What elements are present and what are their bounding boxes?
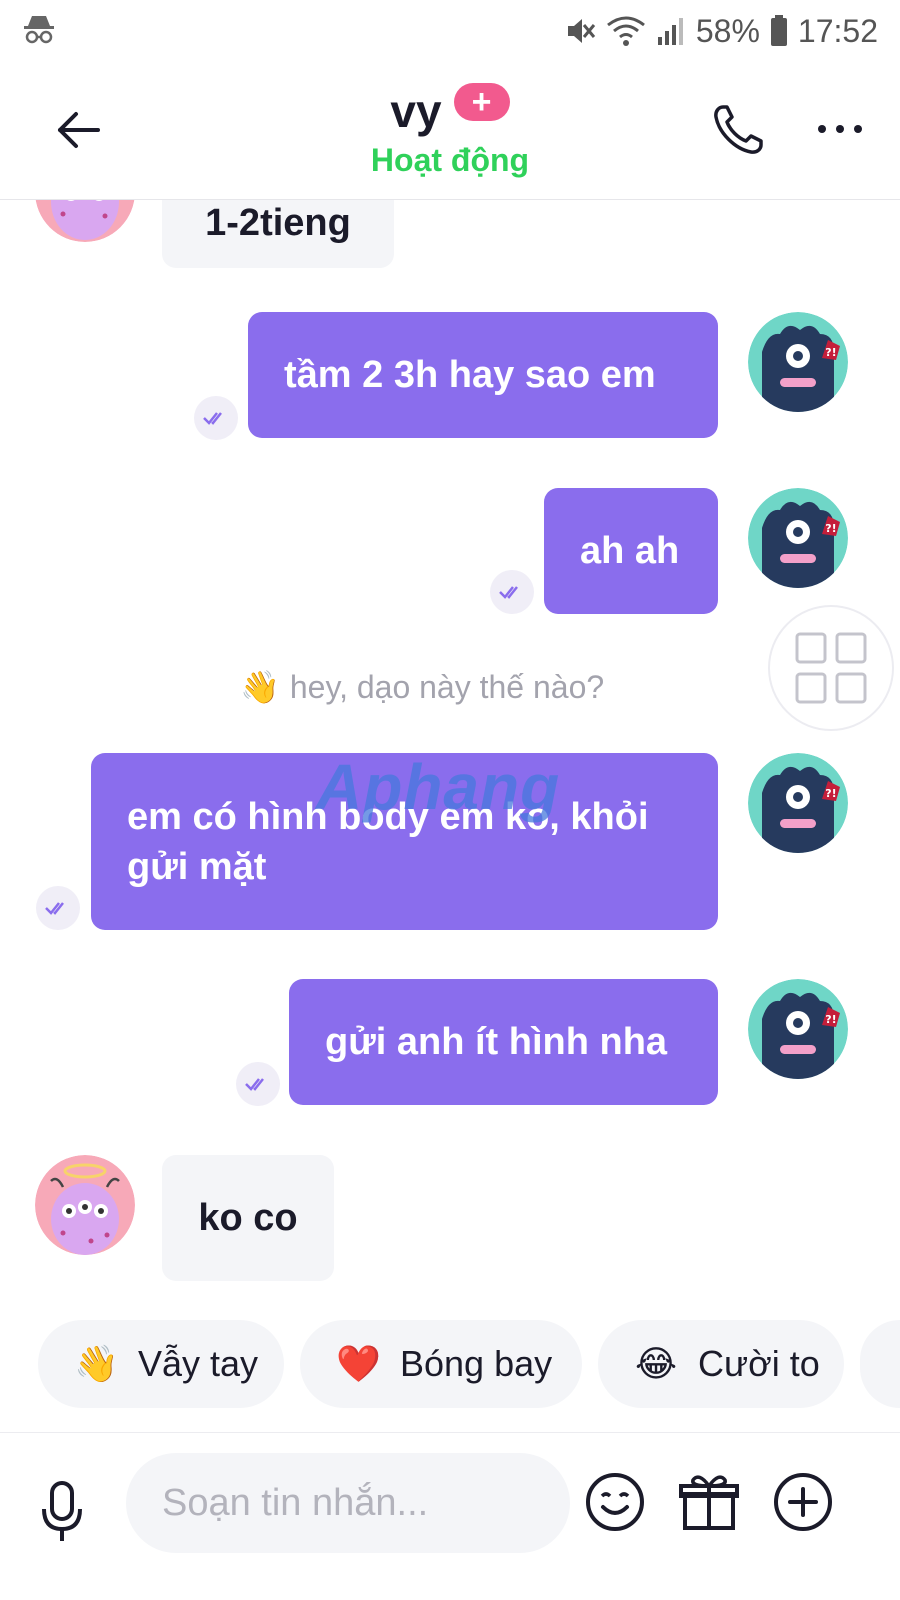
quick-reactions: 👋 Vẫy tay ❤️ Bóng bay 😂 Cười to bbox=[0, 1320, 900, 1412]
quick-reaction-more[interactable] bbox=[860, 1320, 900, 1408]
contact-name: vy bbox=[390, 85, 442, 137]
my-avatar[interactable]: ?! bbox=[748, 979, 848, 1079]
message-bubble-outgoing[interactable]: gửi anh ít hình nha bbox=[289, 979, 718, 1105]
more-dots-icon bbox=[818, 125, 826, 133]
plus-circle-icon bbox=[774, 1473, 832, 1531]
status-bar: 58% 17:52 bbox=[0, 0, 900, 62]
double-check-icon bbox=[236, 1062, 280, 1106]
chip-label: Cười to bbox=[698, 1343, 820, 1384]
system-message: 👋 hey, dạo này thế nào? bbox=[240, 668, 660, 706]
clock: 17:52 bbox=[797, 12, 878, 49]
add-button[interactable] bbox=[770, 1469, 836, 1535]
wave-icon: 👋 bbox=[74, 1343, 119, 1384]
heart-icon: ❤️ bbox=[336, 1343, 381, 1384]
message-bubble-incoming[interactable]: ko co bbox=[162, 1155, 334, 1281]
my-avatar[interactable]: ?! bbox=[748, 488, 848, 588]
emoji-button[interactable] bbox=[582, 1469, 648, 1535]
contact-avatar[interactable] bbox=[35, 1155, 135, 1255]
my-avatar[interactable]: ?! bbox=[748, 753, 848, 853]
svg-text:?!: ?! bbox=[825, 346, 836, 359]
composer bbox=[0, 1432, 900, 1600]
chat-header: vy + Hoạt động bbox=[0, 62, 900, 200]
more-button[interactable] bbox=[808, 104, 872, 154]
svg-text:?!: ?! bbox=[825, 522, 836, 535]
system-message-text: hey, dạo này thế nào? bbox=[289, 668, 605, 705]
grid-button[interactable] bbox=[768, 605, 894, 731]
quick-reaction-laugh[interactable]: 😂 Cười to bbox=[598, 1320, 844, 1408]
watermark: Aphang bbox=[316, 751, 561, 823]
message-bubble-incoming[interactable]: 1-2tieng bbox=[162, 200, 394, 268]
chip-label: Bóng bay bbox=[400, 1343, 553, 1384]
message-bubble-outgoing[interactable]: tầm 2 3h hay sao em bbox=[248, 312, 718, 438]
signal-icon bbox=[656, 15, 686, 47]
quick-reaction-balloon[interactable]: ❤️ Bóng bay bbox=[300, 1320, 582, 1408]
wave-emoji: 👋 bbox=[240, 669, 280, 705]
my-avatar[interactable]: ?! bbox=[748, 312, 848, 412]
plus-badge: + bbox=[453, 83, 510, 121]
gift-icon bbox=[679, 1475, 739, 1530]
grid-icon bbox=[795, 632, 867, 704]
svg-text:?!: ?! bbox=[825, 787, 836, 800]
call-button[interactable] bbox=[708, 100, 768, 160]
double-check-icon bbox=[36, 886, 80, 930]
double-check-icon bbox=[490, 570, 534, 614]
gift-button[interactable] bbox=[676, 1469, 742, 1535]
quick-reaction-wave[interactable]: 👋 Vẫy tay bbox=[38, 1320, 284, 1408]
microphone-icon bbox=[42, 1481, 82, 1541]
chip-label: Vẫy tay bbox=[138, 1343, 259, 1384]
wifi-icon bbox=[606, 15, 646, 47]
battery-percent: 58% bbox=[695, 12, 760, 49]
svg-text:?!: ?! bbox=[825, 1013, 836, 1026]
battery-icon bbox=[770, 15, 788, 47]
message-bubble-outgoing[interactable]: ah ah bbox=[544, 488, 718, 614]
smiley-icon bbox=[586, 1473, 644, 1531]
mic-button[interactable] bbox=[32, 1473, 92, 1553]
status-right: 58% 17:52 bbox=[564, 13, 878, 50]
phone-icon bbox=[714, 105, 763, 154]
laugh-icon: 😂 bbox=[634, 1343, 678, 1384]
contact-avatar[interactable] bbox=[35, 200, 135, 242]
mute-icon bbox=[564, 15, 596, 47]
incognito-icon bbox=[22, 12, 56, 51]
double-check-icon bbox=[194, 396, 238, 440]
message-input[interactable] bbox=[126, 1453, 570, 1553]
message-list[interactable]: 1-2tieng tầm 2 3h hay sao em ?! ah ah ?!… bbox=[0, 200, 900, 1310]
